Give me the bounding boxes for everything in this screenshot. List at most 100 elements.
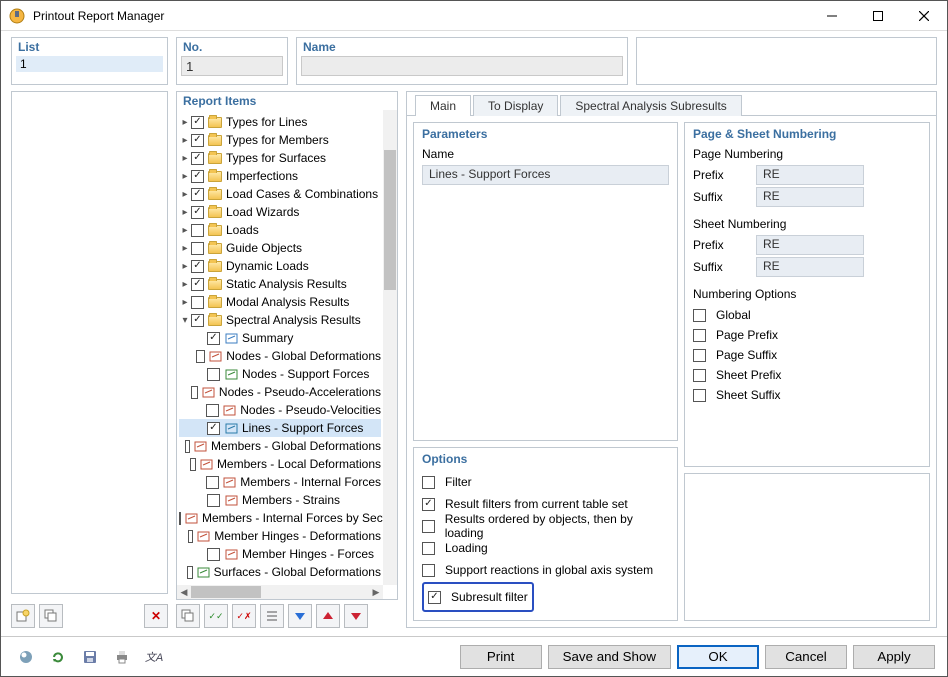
option-row[interactable]: Filter bbox=[422, 472, 669, 492]
chevron-right-icon[interactable]: ▸ bbox=[179, 297, 191, 308]
sheet-prefix-value[interactable]: RE bbox=[756, 235, 864, 255]
option-row[interactable]: Loading bbox=[422, 538, 669, 558]
checkbox[interactable] bbox=[422, 542, 435, 555]
new-report-button[interactable] bbox=[11, 604, 35, 628]
print-button[interactable]: Print bbox=[460, 645, 542, 669]
chevron-down-icon[interactable]: ▾ bbox=[179, 315, 191, 326]
translate-button[interactable]: 文A bbox=[141, 644, 167, 670]
checkbox[interactable] bbox=[422, 520, 435, 533]
numbering-option-row[interactable]: Page Prefix bbox=[693, 325, 921, 345]
apply-button[interactable]: Apply bbox=[853, 645, 935, 669]
numbering-option-row[interactable]: Sheet Suffix bbox=[693, 385, 921, 405]
tree-row[interactable]: Members - Local Deformations bbox=[179, 455, 381, 473]
tree-row[interactable]: Summary bbox=[179, 329, 381, 347]
param-name-value[interactable]: Lines - Support Forces bbox=[422, 165, 669, 185]
checkbox[interactable] bbox=[179, 512, 181, 525]
tree-row[interactable]: Member Hinges - Deformations bbox=[179, 527, 381, 545]
tree-row[interactable]: Nodes - Global Deformations bbox=[179, 347, 381, 365]
chevron-right-icon[interactable]: ▸ bbox=[179, 171, 191, 182]
tree-row[interactable]: ▸Load Wizards bbox=[179, 203, 381, 221]
numbering-option-row[interactable]: Page Suffix bbox=[693, 345, 921, 365]
checkbox[interactable] bbox=[185, 440, 190, 453]
move-down-button[interactable] bbox=[288, 604, 312, 628]
tree-row[interactable]: Members - Global Deformations bbox=[179, 437, 381, 455]
chevron-right-icon[interactable]: ▸ bbox=[179, 207, 191, 218]
checkbox[interactable] bbox=[693, 329, 706, 342]
option-row[interactable]: Results ordered by objects, then by load… bbox=[422, 516, 669, 536]
checkbox[interactable] bbox=[206, 404, 219, 417]
tree-row[interactable]: Member Hinges - Forces bbox=[179, 545, 381, 563]
checkbox[interactable] bbox=[191, 170, 204, 183]
chevron-right-icon[interactable]: ▸ bbox=[179, 135, 191, 146]
tree-row[interactable]: Members - Internal Forces by Section bbox=[179, 509, 381, 527]
tree-row[interactable]: ▸Guide Objects bbox=[179, 239, 381, 257]
tree-row[interactable]: ▸Modal Analysis Results bbox=[179, 293, 381, 311]
help-button[interactable] bbox=[13, 644, 39, 670]
delete-report-button[interactable]: ✕ bbox=[144, 604, 168, 628]
option-row[interactable]: Result filters from current table set bbox=[422, 494, 669, 514]
chevron-right-icon[interactable]: ▸ bbox=[179, 189, 191, 200]
checkbox[interactable] bbox=[206, 476, 219, 489]
option-row[interactable]: Support reactions in global axis system bbox=[422, 560, 669, 580]
checkbox[interactable] bbox=[191, 224, 204, 237]
tree-row[interactable]: ▸Load Cases & Combinations bbox=[179, 185, 381, 203]
minimize-button[interactable] bbox=[809, 1, 855, 30]
checkbox[interactable] bbox=[428, 591, 441, 604]
checkbox[interactable] bbox=[191, 296, 204, 309]
checkbox[interactable] bbox=[196, 350, 205, 363]
chevron-right-icon[interactable]: ▸ bbox=[179, 117, 191, 128]
checkbox[interactable] bbox=[207, 548, 220, 561]
tree-row[interactable]: Nodes - Pseudo-Velocities bbox=[179, 401, 381, 419]
tree-row[interactable]: ▸Types for Members bbox=[179, 131, 381, 149]
tree-row[interactable]: Nodes - Pseudo-Accelerations bbox=[179, 383, 381, 401]
chevron-right-icon[interactable]: ▸ bbox=[179, 279, 191, 290]
option-row[interactable]: Subresult filter bbox=[428, 587, 528, 607]
tree-row[interactable]: ▸Types for Lines bbox=[179, 113, 381, 131]
report-items-tree[interactable]: ▸Types for Lines▸Types for Members▸Types… bbox=[177, 110, 383, 584]
chevron-right-icon[interactable]: ▶ bbox=[369, 585, 383, 599]
move-down-red-button[interactable] bbox=[344, 604, 368, 628]
checkbox[interactable] bbox=[693, 309, 706, 322]
ok-button[interactable]: OK bbox=[677, 645, 759, 669]
cancel-button[interactable]: Cancel bbox=[765, 645, 847, 669]
save-icon-button[interactable] bbox=[77, 644, 103, 670]
checkbox[interactable] bbox=[422, 564, 435, 577]
checkbox[interactable] bbox=[191, 260, 204, 273]
tree-row[interactable]: Surfaces - Global Deformations bbox=[179, 563, 381, 581]
checkbox[interactable] bbox=[693, 369, 706, 382]
checkbox[interactable] bbox=[693, 349, 706, 362]
tree-row[interactable]: ▸Loads bbox=[179, 221, 381, 239]
chevron-left-icon[interactable]: ◀ bbox=[177, 585, 191, 599]
maximize-button[interactable] bbox=[855, 1, 901, 30]
refresh-button[interactable] bbox=[45, 644, 71, 670]
tree-row[interactable]: ▾Spectral Analysis Results bbox=[179, 311, 381, 329]
numbering-option-row[interactable]: Global bbox=[693, 305, 921, 325]
tree-vscroll[interactable] bbox=[383, 110, 397, 585]
chevron-right-icon[interactable]: ▸ bbox=[179, 243, 191, 254]
checkbox[interactable] bbox=[422, 498, 435, 511]
move-up-red-button[interactable] bbox=[316, 604, 340, 628]
tree-row[interactable]: Nodes - Support Forces bbox=[179, 365, 381, 383]
checkbox[interactable] bbox=[207, 332, 220, 345]
copy-item-button[interactable] bbox=[176, 604, 200, 628]
checkbox[interactable] bbox=[207, 422, 220, 435]
checkbox[interactable] bbox=[191, 278, 204, 291]
checkbox[interactable] bbox=[191, 152, 204, 165]
tree-row[interactable]: Lines - Support Forces bbox=[179, 419, 381, 437]
checkbox[interactable] bbox=[191, 134, 204, 147]
chevron-right-icon[interactable]: ▸ bbox=[179, 225, 191, 236]
tree-hscroll[interactable]: ◀ ▶ bbox=[177, 585, 383, 599]
list-item[interactable]: 1 bbox=[16, 56, 163, 72]
checkbox[interactable] bbox=[207, 494, 220, 507]
close-button[interactable] bbox=[901, 1, 947, 30]
tree-row[interactable]: ▸Imperfections bbox=[179, 167, 381, 185]
checkbox[interactable] bbox=[693, 389, 706, 402]
checkbox[interactable] bbox=[191, 116, 204, 129]
save-and-show-button[interactable]: Save and Show bbox=[548, 645, 671, 669]
print-icon-button[interactable] bbox=[109, 644, 135, 670]
page-suffix-value[interactable]: RE bbox=[756, 187, 864, 207]
tree-row[interactable]: Members - Internal Forces bbox=[179, 473, 381, 491]
checkbox[interactable] bbox=[191, 314, 204, 327]
name-field[interactable] bbox=[301, 56, 623, 76]
uncheck-all-button[interactable]: ✓✗ bbox=[232, 604, 256, 628]
